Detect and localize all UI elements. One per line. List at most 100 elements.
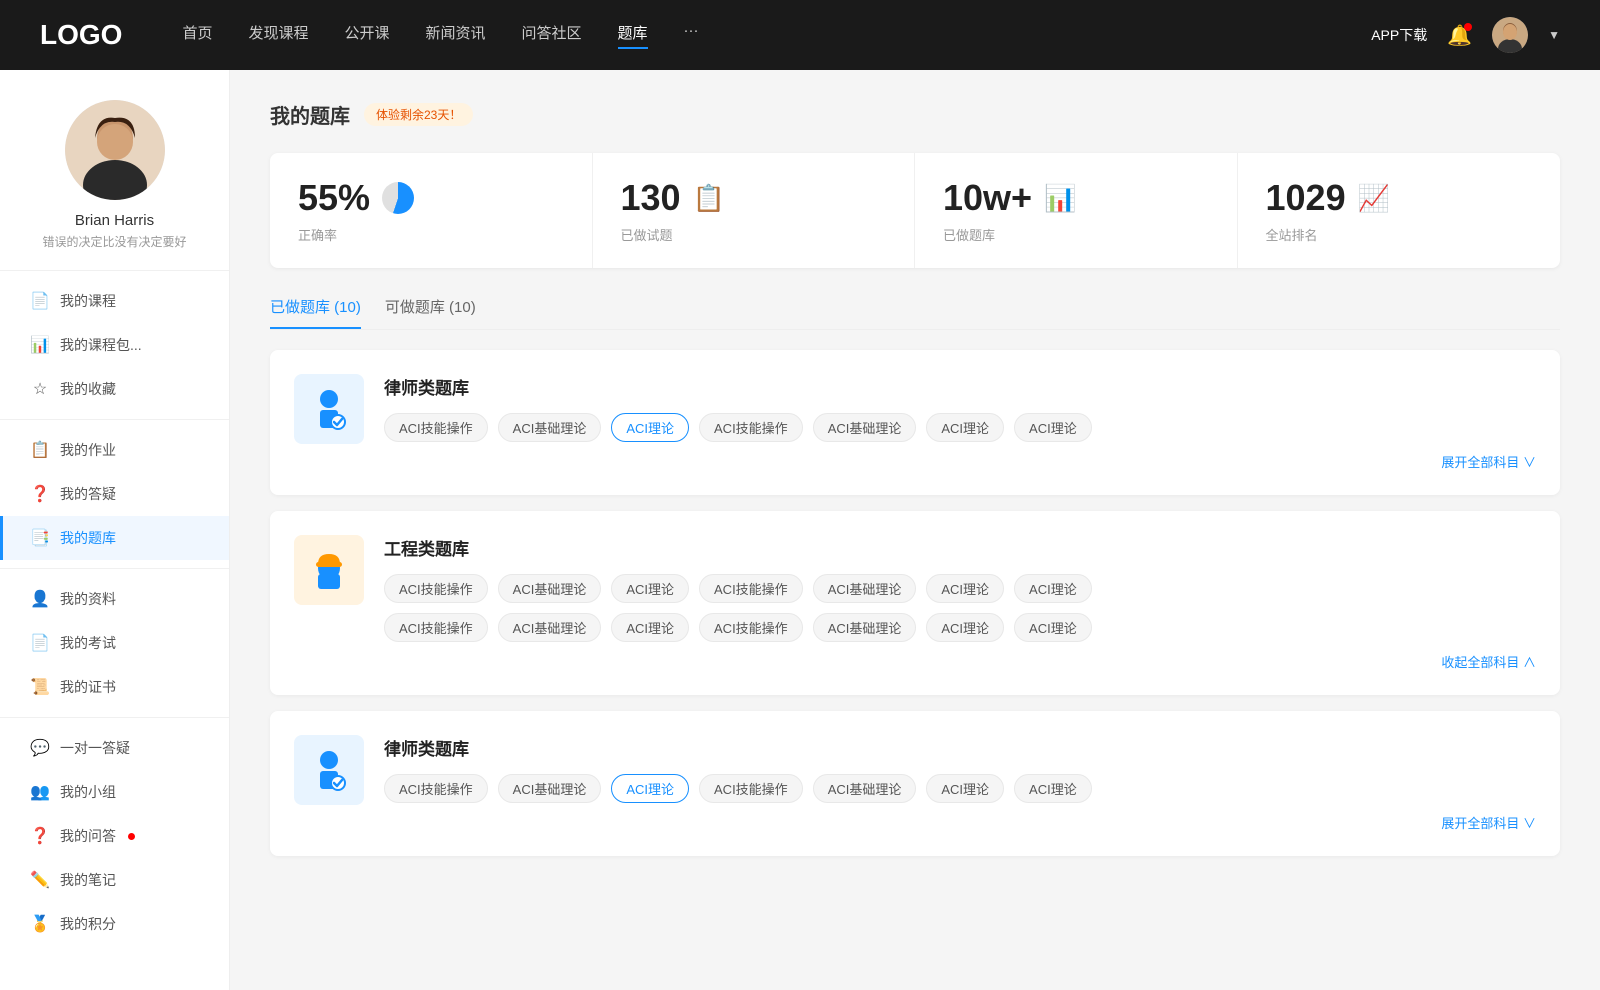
tag-1-5[interactable]: ACI基础理论: [813, 413, 917, 442]
nav-links: 首页 发现课程 公开课 新闻资讯 问答社区 题库 ···: [182, 22, 1371, 49]
nav-qbank[interactable]: 题库: [618, 22, 648, 49]
sidebar-item-points[interactable]: 🏅 我的积分: [0, 902, 229, 946]
nav-open-course[interactable]: 公开课: [344, 22, 389, 49]
nav-discover[interactable]: 发现课程: [248, 22, 308, 49]
sidebar-label-one-on-one: 一对一答疑: [60, 738, 130, 758]
tag-2-5[interactable]: ACI基础理论: [813, 574, 917, 603]
sidebar-divider-3: [0, 568, 229, 569]
stat-accuracy: 55% 正确率: [270, 153, 593, 268]
tag-2-7[interactable]: ACI理论: [1014, 574, 1092, 603]
qbank-icon-engineer: [294, 535, 364, 605]
qbank-icon-lawyer-1: [294, 374, 364, 444]
tag-2-12[interactable]: ACI基础理论: [813, 613, 917, 642]
sidebar-avatar-wrap: [0, 100, 229, 200]
tag-2-13[interactable]: ACI理论: [926, 613, 1004, 642]
tag-3-7[interactable]: ACI理论: [1014, 774, 1092, 803]
qbank-icon: 📑: [30, 528, 50, 548]
sidebar-item-profile[interactable]: 👤 我的资料: [0, 577, 229, 621]
nav-more[interactable]: ···: [684, 22, 699, 49]
tag-2-1[interactable]: ACI技能操作: [384, 574, 488, 603]
tag-3-5[interactable]: ACI基础理论: [813, 774, 917, 803]
sidebar-item-qbank[interactable]: 📑 我的题库: [0, 516, 229, 560]
sidebar-label-group: 我的小组: [60, 782, 116, 802]
courses-icon: 📄: [30, 291, 50, 311]
sidebar-item-favorites[interactable]: ☆ 我的收藏: [0, 367, 229, 411]
sidebar-item-notes[interactable]: ✏️ 我的笔记: [0, 858, 229, 902]
stat-accuracy-label: 正确率: [298, 225, 564, 244]
sidebar-item-group[interactable]: 👥 我的小组: [0, 770, 229, 814]
sidebar-item-qa[interactable]: ❓ 我的答疑: [0, 472, 229, 516]
qbank-header-3: 律师类题库 ACI技能操作 ACI基础理论 ACI理论 ACI技能操作 ACI基…: [294, 735, 1536, 832]
stats-row: 55% 正确率 130 📋 已做试题 10w+ 📊 已做题库: [270, 153, 1560, 268]
questions-icon: ❓: [30, 826, 50, 846]
qbank-title-2: 工程类题库: [384, 535, 1536, 560]
trial-badge: 体验剩余23天！: [364, 103, 473, 126]
group-icon: 👥: [30, 782, 50, 802]
sidebar-label-points: 我的积分: [60, 914, 116, 934]
sidebar-label-questions: 我的问答: [60, 826, 116, 846]
tag-3-2[interactable]: ACI基础理论: [498, 774, 602, 803]
stat-banks-top: 10w+ 📊: [943, 177, 1209, 219]
qbank-expand-3[interactable]: 展开全部科目 ∨: [384, 813, 1536, 832]
notification-dot: [1464, 23, 1472, 31]
qbank-expand-2[interactable]: 收起全部科目 ∧: [384, 652, 1536, 671]
sidebar-item-questions[interactable]: ❓ 我的问答: [0, 814, 229, 858]
stat-accuracy-top: 55%: [298, 177, 564, 219]
list-icon: 📋: [693, 183, 725, 214]
questions-badge: [128, 833, 135, 840]
tag-2-10[interactable]: ACI理论: [611, 613, 689, 642]
tag-2-14[interactable]: ACI理论: [1014, 613, 1092, 642]
tag-1-6[interactable]: ACI理论: [926, 413, 1004, 442]
sidebar: Brian Harris 错误的决定比没有决定要好 📄 我的课程 📊 我的课程包…: [0, 70, 230, 990]
qbank-content-1: 律师类题库 ACI技能操作 ACI基础理论 ACI理论 ACI技能操作 ACI基…: [384, 374, 1536, 471]
tag-2-8[interactable]: ACI技能操作: [384, 613, 488, 642]
sidebar-label-my-courses: 我的课程: [60, 291, 116, 311]
tag-1-1[interactable]: ACI技能操作: [384, 413, 488, 442]
tag-1-7[interactable]: ACI理论: [1014, 413, 1092, 442]
points-icon: 🏅: [30, 914, 50, 934]
nav-home[interactable]: 首页: [182, 22, 212, 49]
tag-2-3[interactable]: ACI理论: [611, 574, 689, 603]
tag-3-3[interactable]: ACI理论: [611, 774, 689, 803]
nav-news[interactable]: 新闻资讯: [426, 22, 486, 49]
nav-qa[interactable]: 问答社区: [522, 22, 582, 49]
qbank-tags-3: ACI技能操作 ACI基础理论 ACI理论 ACI技能操作 ACI基础理论 AC…: [384, 774, 1536, 803]
sidebar-item-cert[interactable]: 📜 我的证书: [0, 665, 229, 709]
tag-2-11[interactable]: ACI技能操作: [699, 613, 803, 642]
sidebar-item-one-on-one[interactable]: 💬 一对一答疑: [0, 726, 229, 770]
tag-3-4[interactable]: ACI技能操作: [699, 774, 803, 803]
stat-rank-value: 1029: [1266, 177, 1346, 219]
sidebar-item-homework[interactable]: 📋 我的作业: [0, 428, 229, 472]
tag-2-2[interactable]: ACI基础理论: [498, 574, 602, 603]
stat-accuracy-value: 55%: [298, 177, 370, 219]
user-avatar[interactable]: [1492, 17, 1528, 53]
app-download[interactable]: APP下载: [1371, 25, 1427, 45]
tag-3-6[interactable]: ACI理论: [926, 774, 1004, 803]
sidebar-label-favorites: 我的收藏: [60, 379, 116, 399]
tag-1-4[interactable]: ACI技能操作: [699, 413, 803, 442]
user-menu-chevron[interactable]: ▼: [1548, 28, 1560, 42]
sidebar-divider-2: [0, 419, 229, 420]
tag-1-2[interactable]: ACI基础理论: [498, 413, 602, 442]
qbank-icon-lawyer-2: [294, 735, 364, 805]
bell-icon[interactable]: 🔔: [1447, 23, 1472, 48]
stat-done-value: 130: [621, 177, 681, 219]
tab-available[interactable]: 可做题库 (10): [385, 296, 476, 329]
sidebar-item-my-courses[interactable]: 📄 我的课程: [0, 279, 229, 323]
tab-done[interactable]: 已做题库 (10): [270, 296, 361, 329]
tag-3-1[interactable]: ACI技能操作: [384, 774, 488, 803]
qa-icon: ❓: [30, 484, 50, 504]
sidebar-item-course-pack[interactable]: 📊 我的课程包...: [0, 323, 229, 367]
stat-rank-label: 全站排名: [1266, 225, 1533, 244]
qbank-card-engineer: 工程类题库 ACI技能操作 ACI基础理论 ACI理论 ACI技能操作 ACI基…: [270, 511, 1560, 695]
qbank-header-1: 律师类题库 ACI技能操作 ACI基础理论 ACI理论 ACI技能操作 ACI基…: [294, 374, 1536, 471]
qbank-tags-row1: ACI技能操作 ACI基础理论 ACI理论 ACI技能操作 ACI基础理论 AC…: [384, 574, 1536, 603]
tag-1-3[interactable]: ACI理论: [611, 413, 689, 442]
qbank-content-2: 工程类题库 ACI技能操作 ACI基础理论 ACI理论 ACI技能操作 ACI基…: [384, 535, 1536, 671]
tag-2-4[interactable]: ACI技能操作: [699, 574, 803, 603]
stat-rank: 1029 📈 全站排名: [1238, 153, 1561, 268]
tag-2-6[interactable]: ACI理论: [926, 574, 1004, 603]
tag-2-9[interactable]: ACI基础理论: [498, 613, 602, 642]
sidebar-item-exam[interactable]: 📄 我的考试: [0, 621, 229, 665]
qbank-expand-1[interactable]: 展开全部科目 ∨: [384, 452, 1536, 471]
